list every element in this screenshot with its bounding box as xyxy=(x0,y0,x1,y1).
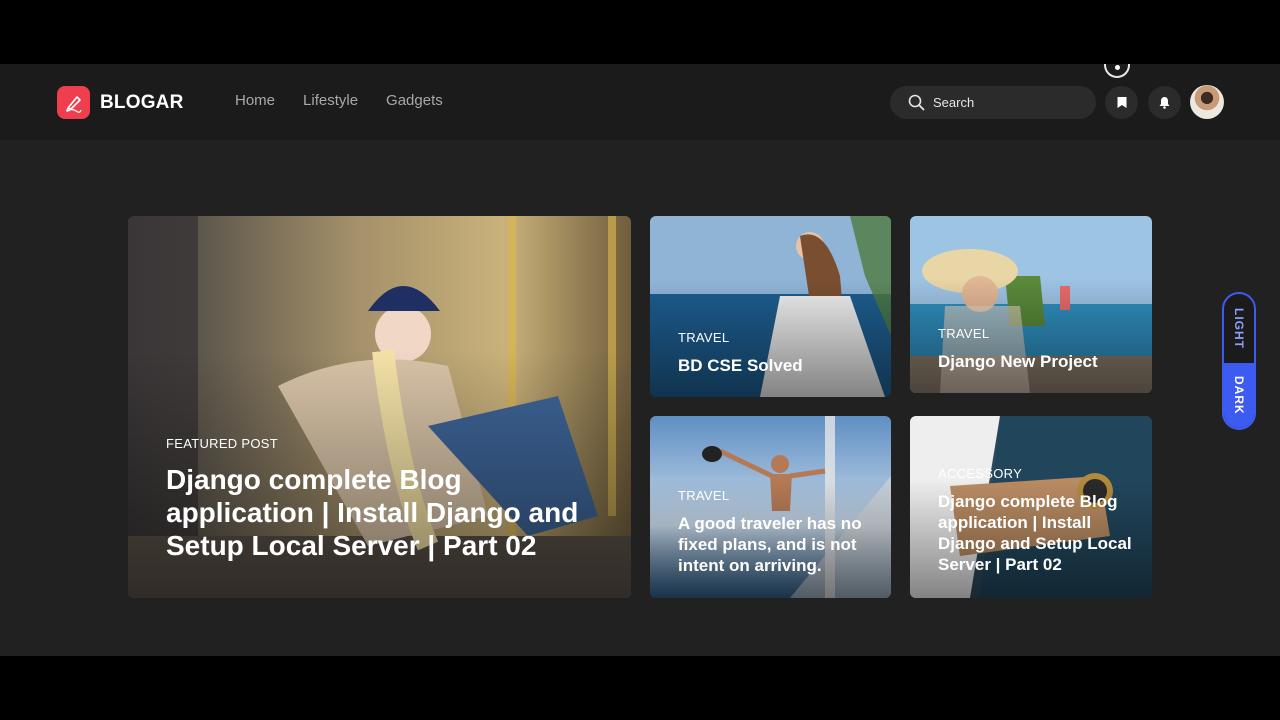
brand-logo-link[interactable]: BLOGAR xyxy=(57,86,184,119)
search-icon xyxy=(908,94,925,111)
post-category: TRAVEL xyxy=(678,488,730,503)
post-content: TRAVEL BD CSE Solved xyxy=(678,330,871,376)
notifications-button[interactable] xyxy=(1148,86,1181,119)
post-category: FEATURED POST xyxy=(166,436,279,451)
theme-toggle: LIGHT DARK xyxy=(1222,292,1256,430)
main-nav: Home Lifestyle Gadgets xyxy=(235,92,443,109)
blog-page: BLOGAR Home Lifestyle Gadgets Search FEA… xyxy=(0,64,1280,656)
post-card[interactable]: TRAVEL BD CSE Solved xyxy=(650,216,891,397)
nav-item-lifestyle[interactable]: Lifestyle xyxy=(303,92,358,109)
dark-mode-button[interactable]: DARK xyxy=(1224,363,1254,428)
bookmark-icon xyxy=(1117,97,1126,108)
search-input[interactable] xyxy=(933,95,1073,110)
nav-item-home[interactable]: Home xyxy=(235,92,275,109)
search-box[interactable] xyxy=(890,86,1096,119)
featured-post-card[interactable]: FEATURED POST Django complete Blog appli… xyxy=(128,216,631,598)
light-mode-button[interactable]: LIGHT xyxy=(1224,294,1254,363)
post-card[interactable]: TRAVEL Django New Project xyxy=(910,216,1152,393)
post-title[interactable]: BD CSE Solved xyxy=(678,355,871,376)
post-content: ACCESSORY Django complete Blog applicati… xyxy=(938,466,1132,575)
video-letterbox-bottom xyxy=(0,656,1280,720)
post-title[interactable]: Django complete Blog application | Insta… xyxy=(938,491,1132,575)
bell-icon xyxy=(1159,97,1170,109)
post-category: ACCESSORY xyxy=(938,466,1023,481)
light-mode-label: LIGHT xyxy=(1232,308,1246,349)
video-letterbox-top xyxy=(0,0,1280,64)
dark-mode-label: DARK xyxy=(1232,376,1246,415)
brand-name: BLOGAR xyxy=(100,91,184,113)
header: BLOGAR Home Lifestyle Gadgets xyxy=(0,64,1280,140)
post-content: TRAVEL A good traveler has no fixed plan… xyxy=(678,488,871,576)
post-title[interactable]: A good traveler has no fixed plans, and … xyxy=(678,513,871,576)
pen-icon xyxy=(57,86,90,119)
bookmark-button[interactable] xyxy=(1105,86,1138,119)
post-content: TRAVEL Django New Project xyxy=(938,326,1132,372)
post-category: TRAVEL xyxy=(938,326,990,341)
featured-post-content: FEATURED POST Django complete Blog appli… xyxy=(166,436,611,562)
post-title[interactable]: Django New Project xyxy=(938,351,1132,372)
post-category: TRAVEL xyxy=(678,330,730,345)
post-card[interactable]: TRAVEL A good traveler has no fixed plan… xyxy=(650,416,891,598)
nav-item-gadgets[interactable]: Gadgets xyxy=(386,92,443,109)
user-avatar[interactable] xyxy=(1190,85,1224,119)
scroll-indicator-icon xyxy=(1104,64,1130,78)
post-card[interactable]: ACCESSORY Django complete Blog applicati… xyxy=(910,416,1152,598)
post-title[interactable]: Django complete Blog application | Insta… xyxy=(166,463,611,562)
